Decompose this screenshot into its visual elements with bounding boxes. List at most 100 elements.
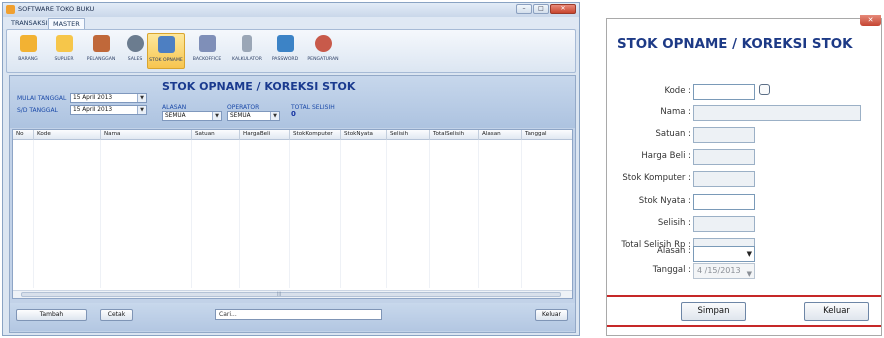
password-icon [277, 35, 294, 52]
mulai-tanggal-value: 15 April 2013 [73, 95, 113, 101]
stok-nyata-input[interactable] [693, 194, 755, 210]
ribbon-label: BACKOFFICE [192, 57, 222, 62]
tanggal-value: 4 /15/2013 [697, 266, 741, 275]
user-icon [127, 35, 144, 52]
close-button[interactable]: ✕ [550, 4, 576, 14]
sd-tanggal-value: 15 April 2013 [73, 107, 113, 113]
menu-bar: TRANSAKSI MASTER [3, 17, 579, 29]
chevron-down-icon[interactable]: ▼ [747, 267, 752, 281]
ribbon-kalkulator-button[interactable]: KALKULATOR [229, 33, 265, 69]
ribbon-pelanggan-button[interactable]: PELANGGAN [83, 33, 119, 69]
column-header[interactable]: Kode [37, 131, 51, 137]
column-header[interactable]: Alasan [482, 131, 501, 137]
ribbon-toolbar: BARANG SUPLIER PELANGGAN SALES STOK OPNA… [6, 29, 576, 73]
total-selisih-value: 0 [291, 110, 296, 118]
column-divider [289, 130, 290, 140]
column-divider [191, 140, 192, 288]
book-icon [93, 35, 110, 52]
harga-beli-label: Harga Beli : [641, 151, 691, 161]
app-icon [6, 5, 15, 14]
sd-tanggal-picker[interactable]: 15 April 2013 ▼ [70, 105, 147, 115]
alasan-label: Alasan : [657, 246, 691, 256]
column-divider [478, 140, 479, 288]
column-header[interactable]: HargaBeli [243, 131, 270, 137]
ribbon-label: STOK OPNAME [149, 58, 183, 63]
tambah-button[interactable]: Tambah [16, 309, 87, 321]
chevron-down-icon[interactable]: ▼ [212, 112, 221, 120]
column-header[interactable]: StokKomputer [293, 131, 333, 137]
column-divider [521, 140, 522, 288]
chevron-down-icon[interactable]: ▼ [270, 112, 279, 120]
column-divider [33, 130, 34, 140]
ribbon-backoffice-button[interactable]: BACKOFFICE [189, 33, 225, 69]
horizontal-scrollbar[interactable]: ||| [13, 290, 572, 298]
alasan-select[interactable]: ▼ [693, 246, 755, 262]
column-divider [340, 130, 341, 140]
folder-icon [56, 35, 73, 52]
chevron-down-icon[interactable]: ▼ [747, 250, 752, 258]
mulai-tanggal-picker[interactable]: 15 April 2013 ▼ [70, 93, 147, 103]
column-header[interactable]: TotalSelisih [433, 131, 464, 137]
ribbon-label: PENGATURAN [307, 57, 339, 62]
column-divider [191, 130, 192, 140]
chevron-down-icon[interactable]: ▼ [137, 106, 146, 114]
data-grid[interactable]: No Kode Nama Satuan HargaBeli StokKomput… [12, 129, 573, 299]
column-header[interactable]: Nama [104, 131, 121, 137]
column-header[interactable]: No [16, 131, 24, 137]
stok-nyata-label: Stok Nyata : [638, 196, 691, 206]
column-header[interactable]: StokNyata [344, 131, 373, 137]
chart-icon [158, 36, 175, 53]
chevron-down-icon[interactable]: ▼ [137, 94, 146, 102]
column-header[interactable]: Tanggal [525, 131, 547, 137]
column-divider [100, 140, 101, 288]
column-divider [429, 140, 430, 288]
filter-panel: MULAI TANGGAL 15 April 2013 ▼ S/D TANGGA… [10, 76, 575, 128]
close-icon[interactable]: ✕ [860, 15, 881, 26]
simpan-button[interactable]: Simpan [681, 302, 746, 321]
column-divider [386, 140, 387, 288]
operator-filter-label: OPERATOR [227, 104, 260, 111]
ribbon-suplier-button[interactable]: SUPLIER [46, 33, 82, 69]
satuan-field [693, 127, 755, 143]
stok-komputer-label: Stok Komputer : [622, 173, 691, 183]
column-divider [478, 130, 479, 140]
column-divider [239, 130, 240, 140]
search-input[interactable]: Cari... [215, 309, 382, 320]
column-divider [289, 140, 290, 288]
total-selisih-label: TOTAL SELISIH [291, 104, 335, 111]
column-header[interactable]: Selisih [390, 131, 408, 137]
ribbon-barang-button[interactable]: BARANG [10, 33, 46, 69]
dialog-title: STOK OPNAME / KOREKSI STOK [617, 37, 853, 52]
tanggal-picker[interactable]: 4 /15/2013 ▼ [693, 263, 755, 279]
maximize-button[interactable]: □ [533, 4, 549, 14]
ribbon-pengaturan-button[interactable]: PENGATURAN [305, 33, 341, 69]
scrollbar-thumb[interactable] [21, 292, 561, 297]
settings-icon [315, 35, 332, 52]
kode-checkbox[interactable] [759, 84, 770, 95]
ribbon-password-button[interactable]: PASSWORD [267, 33, 303, 69]
tab-transaksi[interactable]: TRANSAKSI [7, 18, 52, 29]
column-divider [33, 140, 34, 288]
keluar-dialog-button[interactable]: Keluar [804, 302, 869, 321]
stok-opname-dialog: ✕ STOK OPNAME / KOREKSI STOK Kode : Nama… [606, 15, 882, 336]
page-title: STOK OPNAME / KOREKSI STOK [162, 80, 356, 93]
column-divider [340, 140, 341, 288]
box-icon [20, 35, 37, 52]
window-title: SOFTWARE TOKO BUKU [18, 5, 95, 13]
title-bar: SOFTWARE TOKO BUKU – □ ✕ [3, 3, 579, 17]
selisih-label: Selisih : [657, 218, 691, 228]
top-divider [607, 295, 881, 297]
tab-master[interactable]: MASTER [48, 18, 85, 29]
bottom-toolbar: Tambah Cetak Cari... Keluar [10, 303, 575, 331]
column-divider [521, 130, 522, 140]
operator-filter-select[interactable]: SEMUA ▼ [227, 111, 280, 121]
alasan-filter-select[interactable]: SEMUA ▼ [162, 111, 222, 121]
ribbon-stok-opname-button[interactable]: STOK OPNAME [147, 33, 185, 69]
column-divider [429, 130, 430, 140]
cetak-button[interactable]: Cetak [100, 309, 133, 321]
keluar-button[interactable]: Keluar [535, 309, 568, 321]
minimize-button[interactable]: – [516, 4, 532, 14]
column-divider [386, 130, 387, 140]
kode-input[interactable] [693, 84, 755, 100]
column-header[interactable]: Satuan [195, 131, 215, 137]
